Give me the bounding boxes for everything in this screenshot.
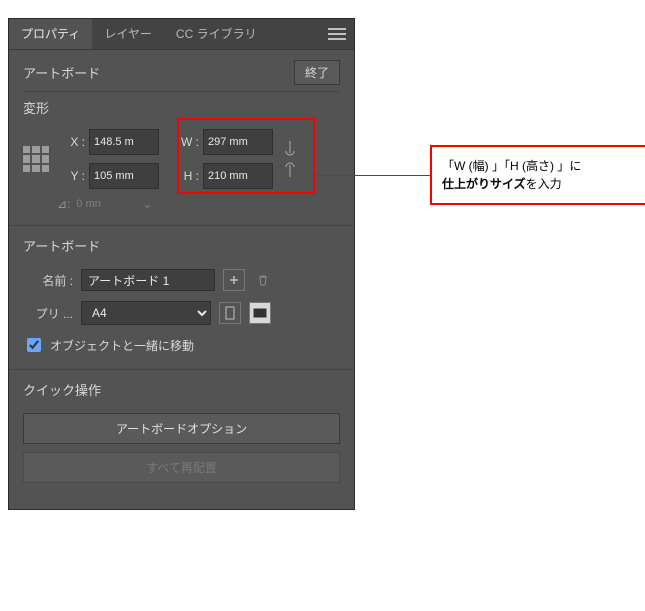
artboard-section-title: アートボード: [23, 236, 340, 255]
artboard-preset-select[interactable]: A4: [81, 301, 211, 325]
callout-line1: 「W (幅) 」「H (高さ) 」に: [442, 157, 636, 175]
callout-bold: 仕上がりサイズ: [442, 177, 526, 191]
orientation-landscape-button[interactable]: [249, 302, 271, 324]
orientation-portrait-button[interactable]: [219, 302, 241, 324]
plus-icon: [228, 274, 240, 286]
constrain-proportions-icon[interactable]: [283, 137, 297, 181]
rotate-label: ⊿:: [57, 197, 70, 211]
delete-artboard-button[interactable]: [253, 270, 273, 290]
panel-tabs: プロパティ レイヤー CC ライブラリ: [9, 19, 354, 50]
move-with-objects-checkbox[interactable]: [27, 338, 41, 352]
h-label: H :: [173, 169, 199, 183]
transform-section: 変形 X : Y : W :: [9, 92, 354, 226]
new-artboard-button[interactable]: [223, 269, 245, 291]
artboard-section: アートボード 名前 : プリ ... A4 オブジェクトと: [9, 226, 354, 370]
x-input[interactable]: [89, 129, 159, 155]
w-input[interactable]: [203, 129, 273, 155]
transform-title: 変形: [23, 98, 340, 117]
tab-properties[interactable]: プロパティ: [9, 19, 92, 49]
panel-menu-icon[interactable]: [328, 25, 346, 43]
y-input[interactable]: [89, 163, 159, 189]
annotation-callout: 「W (幅) 」「H (高さ) 」に 仕上がりサイズを入力: [430, 145, 645, 205]
w-label: W :: [173, 135, 199, 149]
artboard-name-input[interactable]: [81, 269, 215, 291]
preset-label: プリ ...: [23, 305, 73, 322]
y-label: Y :: [59, 169, 85, 183]
move-with-objects-label: オブジェクトと一緒に移動: [50, 337, 194, 354]
h-input[interactable]: [203, 163, 273, 189]
quick-actions-title: クイック操作: [23, 380, 340, 399]
artboard-title: アートボード: [23, 63, 100, 82]
redistribute-all-button: すべて再配置: [23, 452, 340, 483]
portrait-icon: [225, 306, 235, 320]
finish-button[interactable]: 終了: [294, 60, 340, 85]
properties-panel: プロパティ レイヤー CC ライブラリ アートボード 終了 変形 X :: [8, 18, 355, 510]
x-label: X :: [59, 135, 85, 149]
artboard-options-button[interactable]: アートボードオプション: [23, 413, 340, 444]
tab-layers[interactable]: レイヤー: [92, 19, 164, 49]
tab-cc-libraries[interactable]: CC ライブラリ: [164, 19, 269, 49]
callout-leader-line: [314, 175, 430, 176]
trash-icon: [256, 273, 270, 287]
chevron-down-icon[interactable]: ⌄: [142, 197, 152, 211]
landscape-icon: [253, 308, 267, 318]
rotate-input[interactable]: 0 mn: [76, 198, 136, 210]
name-label: 名前 :: [23, 272, 73, 289]
quick-actions-section: クイック操作 アートボードオプション すべて再配置: [9, 370, 354, 509]
reference-point-grid[interactable]: [23, 146, 49, 172]
artboard-header: アートボード 終了: [9, 50, 354, 91]
callout-line2-post: を入力: [526, 177, 562, 191]
